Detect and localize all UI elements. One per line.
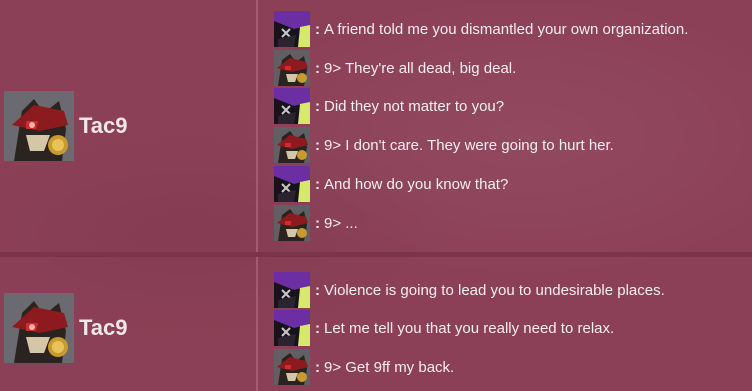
dialogue-lines: :A friend told me you dismantled your ow… — [258, 0, 752, 252]
dialogue-text: : And how do you know that? — [315, 175, 509, 193]
purple-character-icon — [274, 166, 310, 202]
speaker-panel: Tac9 — [0, 257, 258, 391]
dialogue-lines: : Violence is going to lead you to undesi… — [258, 257, 752, 391]
speaker-panel: Tac9 — [0, 0, 258, 252]
purple-character-icon — [274, 310, 310, 346]
dialogue-text: :9> They're all dead, big deal. — [315, 59, 517, 77]
dialogue-line: :9> They're all dead, big deal. — [274, 50, 516, 86]
dialogue-line: :9> Get 9ff my back. — [274, 349, 454, 385]
tac9-wolf-icon — [274, 127, 310, 163]
dialogue-line: :9> I don't care. They were going to hur… — [274, 127, 614, 163]
tac9-wolf-icon — [274, 205, 310, 241]
dialogue-line: :A friend told me you dismantled your ow… — [274, 11, 688, 47]
dialogue-text: :9> ... — [315, 214, 358, 232]
speaker-name: Tac9 — [79, 315, 128, 340]
tac9-wolf-icon — [274, 349, 310, 385]
purple-character-icon — [274, 272, 310, 308]
dialogue-text: :9> Get 9ff my back. — [315, 358, 455, 376]
dialogue-line: : Did they not matter to you? — [274, 88, 504, 124]
tac9-wolf-avatar-icon[interactable] — [4, 293, 74, 363]
dialogue-text: : Violence is going to lead you to undesi… — [315, 281, 665, 299]
purple-character-icon — [274, 88, 310, 124]
dialogue-line: : Let me tell you that you really need to… — [274, 310, 614, 346]
dialogue-line: :9> ... — [274, 205, 358, 241]
dialogue-text: : Did they not matter to you? — [315, 97, 505, 115]
tac9-wolf-avatar-icon[interactable] — [4, 91, 74, 161]
dialogue-text: :9> I don't care. They were going to hur… — [315, 136, 614, 154]
dialogue-line: : Violence is going to lead you to undesi… — [274, 272, 665, 308]
dialogue-line: : And how do you know that? — [274, 166, 508, 202]
purple-character-icon — [274, 11, 310, 47]
tac9-wolf-icon — [274, 50, 310, 86]
message-block: Tac9 : Violence is going to lead you to u… — [0, 257, 752, 391]
dialogue-text: : Let me tell you that you really need to… — [315, 319, 615, 337]
dialogue-text: :A friend told me you dismantled your ow… — [315, 20, 689, 38]
message-block: Tac9 :A friend told me you dismantled yo… — [0, 0, 752, 252]
speaker-name: Tac9 — [79, 113, 128, 138]
